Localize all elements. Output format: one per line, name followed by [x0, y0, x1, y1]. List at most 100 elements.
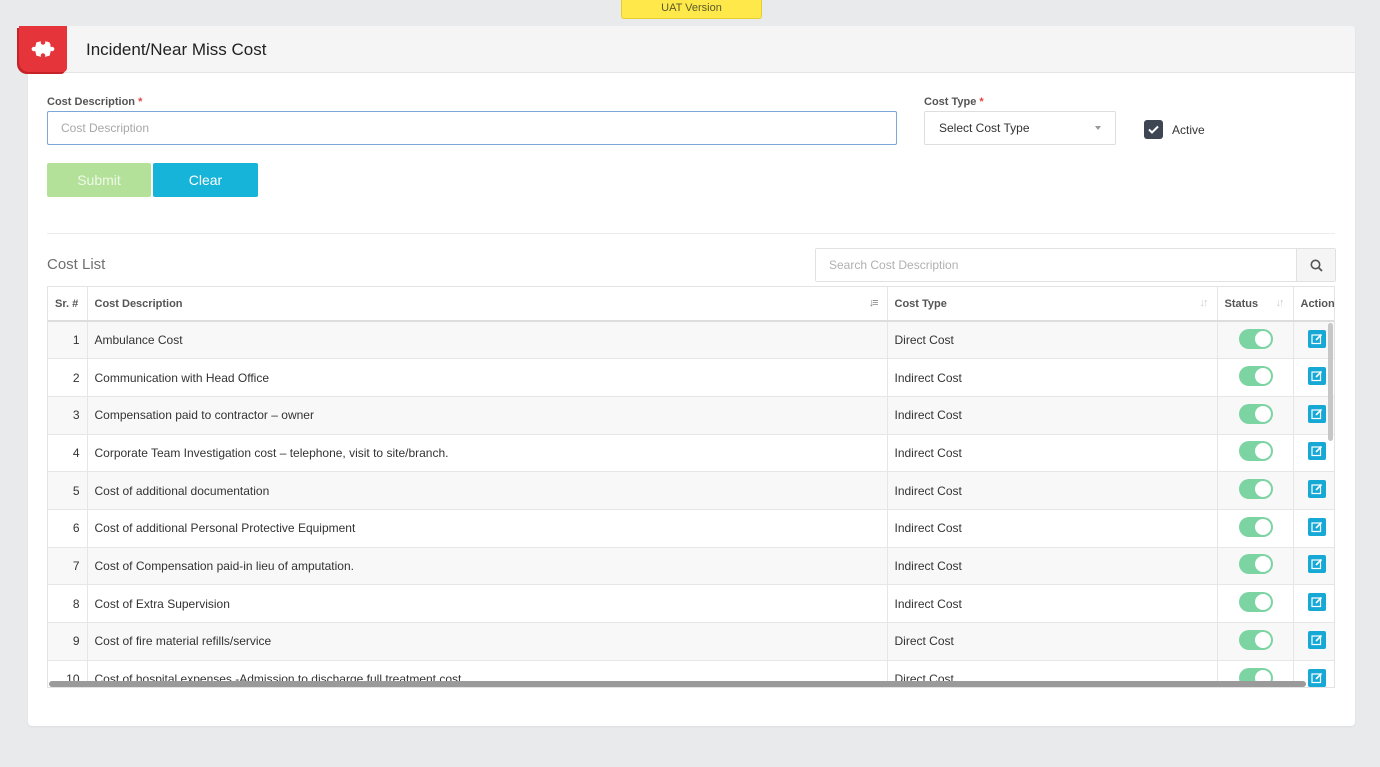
cell-action — [1293, 584, 1334, 623]
edit-icon — [1310, 370, 1322, 382]
vertical-scrollbar[interactable] — [1328, 323, 1333, 441]
cell-action — [1293, 509, 1334, 548]
cell-status — [1217, 547, 1294, 586]
edit-icon — [1310, 408, 1322, 419]
check-icon — [1148, 125, 1159, 134]
status-toggle[interactable] — [1238, 479, 1273, 500]
status-toggle[interactable] — [1238, 403, 1273, 424]
edit-button[interactable] — [1307, 404, 1326, 423]
cell-type: Indirect Cost — [887, 396, 1218, 435]
uat-version-badge: UAT Version — [621, 0, 762, 19]
edit-button[interactable] — [1307, 593, 1326, 612]
cell-description: Communication with Head Office — [87, 358, 888, 397]
puzzle-icon — [19, 26, 67, 72]
status-toggle[interactable] — [1238, 516, 1273, 537]
cell-status — [1217, 396, 1294, 435]
cell-type: Indirect Cost — [887, 584, 1218, 623]
cost-table: Sr. # Cost Description ↓≡ Cost Type ↓↑ Sta… — [48, 287, 1334, 687]
cell-sr: 2 — [48, 358, 88, 397]
cell-description: Corporate Team Investigation cost – tele… — [87, 434, 888, 473]
chevron-down-icon — [1095, 126, 1101, 130]
table-row: 6 Cost of additional Personal Protective … — [48, 509, 1334, 548]
cell-action — [1293, 471, 1334, 510]
edit-button[interactable] — [1307, 555, 1326, 574]
edit-icon — [1310, 559, 1322, 570]
status-toggle[interactable] — [1238, 592, 1273, 613]
column-header-type[interactable]: Cost Type ↓↑ — [887, 287, 1218, 322]
status-toggle[interactable] — [1238, 366, 1273, 387]
cell-sr: 9 — [48, 622, 88, 661]
edit-button[interactable] — [1307, 630, 1326, 649]
cell-type: Direct Cost — [887, 321, 1218, 360]
cost-description-input[interactable] — [47, 111, 897, 145]
edit-icon — [1310, 634, 1322, 645]
sort-icon[interactable]: ↓≡ — [869, 297, 879, 309]
cell-status — [1217, 622, 1294, 661]
table-header-row: Sr. # Cost Description ↓≡ Cost Type ↓↑ Sta… — [48, 287, 1334, 322]
active-label: Active — [1172, 123, 1205, 137]
cost-type-select[interactable]: Select Cost Type — [924, 111, 1116, 145]
cell-status — [1217, 584, 1294, 623]
edit-icon — [1310, 333, 1322, 344]
edit-icon — [1310, 597, 1322, 608]
cell-type: Direct Cost — [887, 622, 1218, 661]
table-row: 2 Communication with Head Office Indirect … — [48, 358, 1334, 397]
horizontal-scrollbar[interactable] — [49, 681, 1306, 687]
cell-description: Cost of additional Personal Protective E… — [87, 509, 888, 548]
cell-action — [1293, 622, 1334, 661]
cost-type-selected-value: Select Cost Type — [939, 121, 1030, 135]
edit-button[interactable] — [1307, 480, 1326, 499]
column-header-description[interactable]: Cost Description ↓≡ — [87, 287, 888, 322]
cell-sr: 1 — [48, 321, 88, 360]
edit-icon — [1310, 521, 1322, 532]
status-toggle[interactable] — [1238, 554, 1273, 575]
edit-icon — [1310, 484, 1322, 495]
cell-sr: 3 — [48, 396, 88, 435]
table-row: 7 Cost of Compensation paid-in lieu of am… — [48, 547, 1334, 586]
column-header-sr: Sr. # — [48, 287, 88, 322]
status-toggle[interactable] — [1238, 441, 1273, 462]
edit-button[interactable] — [1307, 442, 1326, 461]
cell-sr: 5 — [48, 471, 88, 510]
cell-sr: 8 — [48, 584, 88, 623]
search-box — [815, 248, 1336, 282]
card-header: Incident/Near Miss Cost — [19, 26, 1355, 73]
page-title: Incident/Near Miss Cost — [86, 40, 267, 59]
search-input[interactable] — [816, 249, 1297, 281]
edit-button[interactable] — [1307, 668, 1326, 687]
table-row: 4 Corporate Team Investigation cost – tel… — [48, 434, 1334, 473]
cell-description: Cost of Compensation paid-in lieu of amp… — [87, 547, 888, 586]
cell-status — [1217, 509, 1294, 548]
cell-type: Indirect Cost — [887, 358, 1218, 397]
search-icon — [1310, 259, 1323, 272]
status-toggle[interactable] — [1238, 629, 1273, 650]
cell-status — [1217, 434, 1294, 473]
column-header-action: Action — [1293, 287, 1334, 322]
cell-description: Cost of Extra Supervision — [87, 584, 888, 623]
cell-sr: 6 — [48, 509, 88, 548]
cell-sr: 4 — [48, 434, 88, 473]
edit-icon — [1310, 446, 1322, 457]
main-card: Incident/Near Miss Cost Cost Description… — [19, 26, 1355, 726]
table-row: 5 Cost of additional documentation Indirec… — [48, 471, 1334, 510]
cell-description: Ambulance Cost — [87, 321, 888, 360]
cell-description: Cost of additional documentation — [87, 471, 888, 510]
table-row: 9 Cost of fire material refills/service Di… — [48, 622, 1334, 661]
edit-button[interactable] — [1307, 329, 1326, 348]
edit-button[interactable] — [1307, 517, 1326, 536]
sort-icon[interactable]: ↓↑ — [1276, 297, 1285, 309]
cell-sr: 7 — [48, 547, 88, 586]
search-button[interactable] — [1296, 249, 1335, 281]
cell-description: Compensation paid to contractor – owner — [87, 396, 888, 435]
column-header-status[interactable]: Status ↓↑ — [1217, 287, 1294, 322]
submit-button[interactable]: Submit — [47, 163, 151, 197]
cell-type: Indirect Cost — [887, 471, 1218, 510]
cell-status — [1217, 358, 1294, 397]
cell-type: Indirect Cost — [887, 509, 1218, 548]
status-toggle[interactable] — [1238, 328, 1273, 349]
edit-button[interactable] — [1307, 367, 1326, 386]
sort-icon[interactable]: ↓↑ — [1200, 297, 1209, 309]
active-checkbox[interactable] — [1144, 120, 1163, 139]
clear-button[interactable]: Clear — [153, 163, 258, 197]
cost-type-label: Cost Type * — [924, 96, 984, 108]
